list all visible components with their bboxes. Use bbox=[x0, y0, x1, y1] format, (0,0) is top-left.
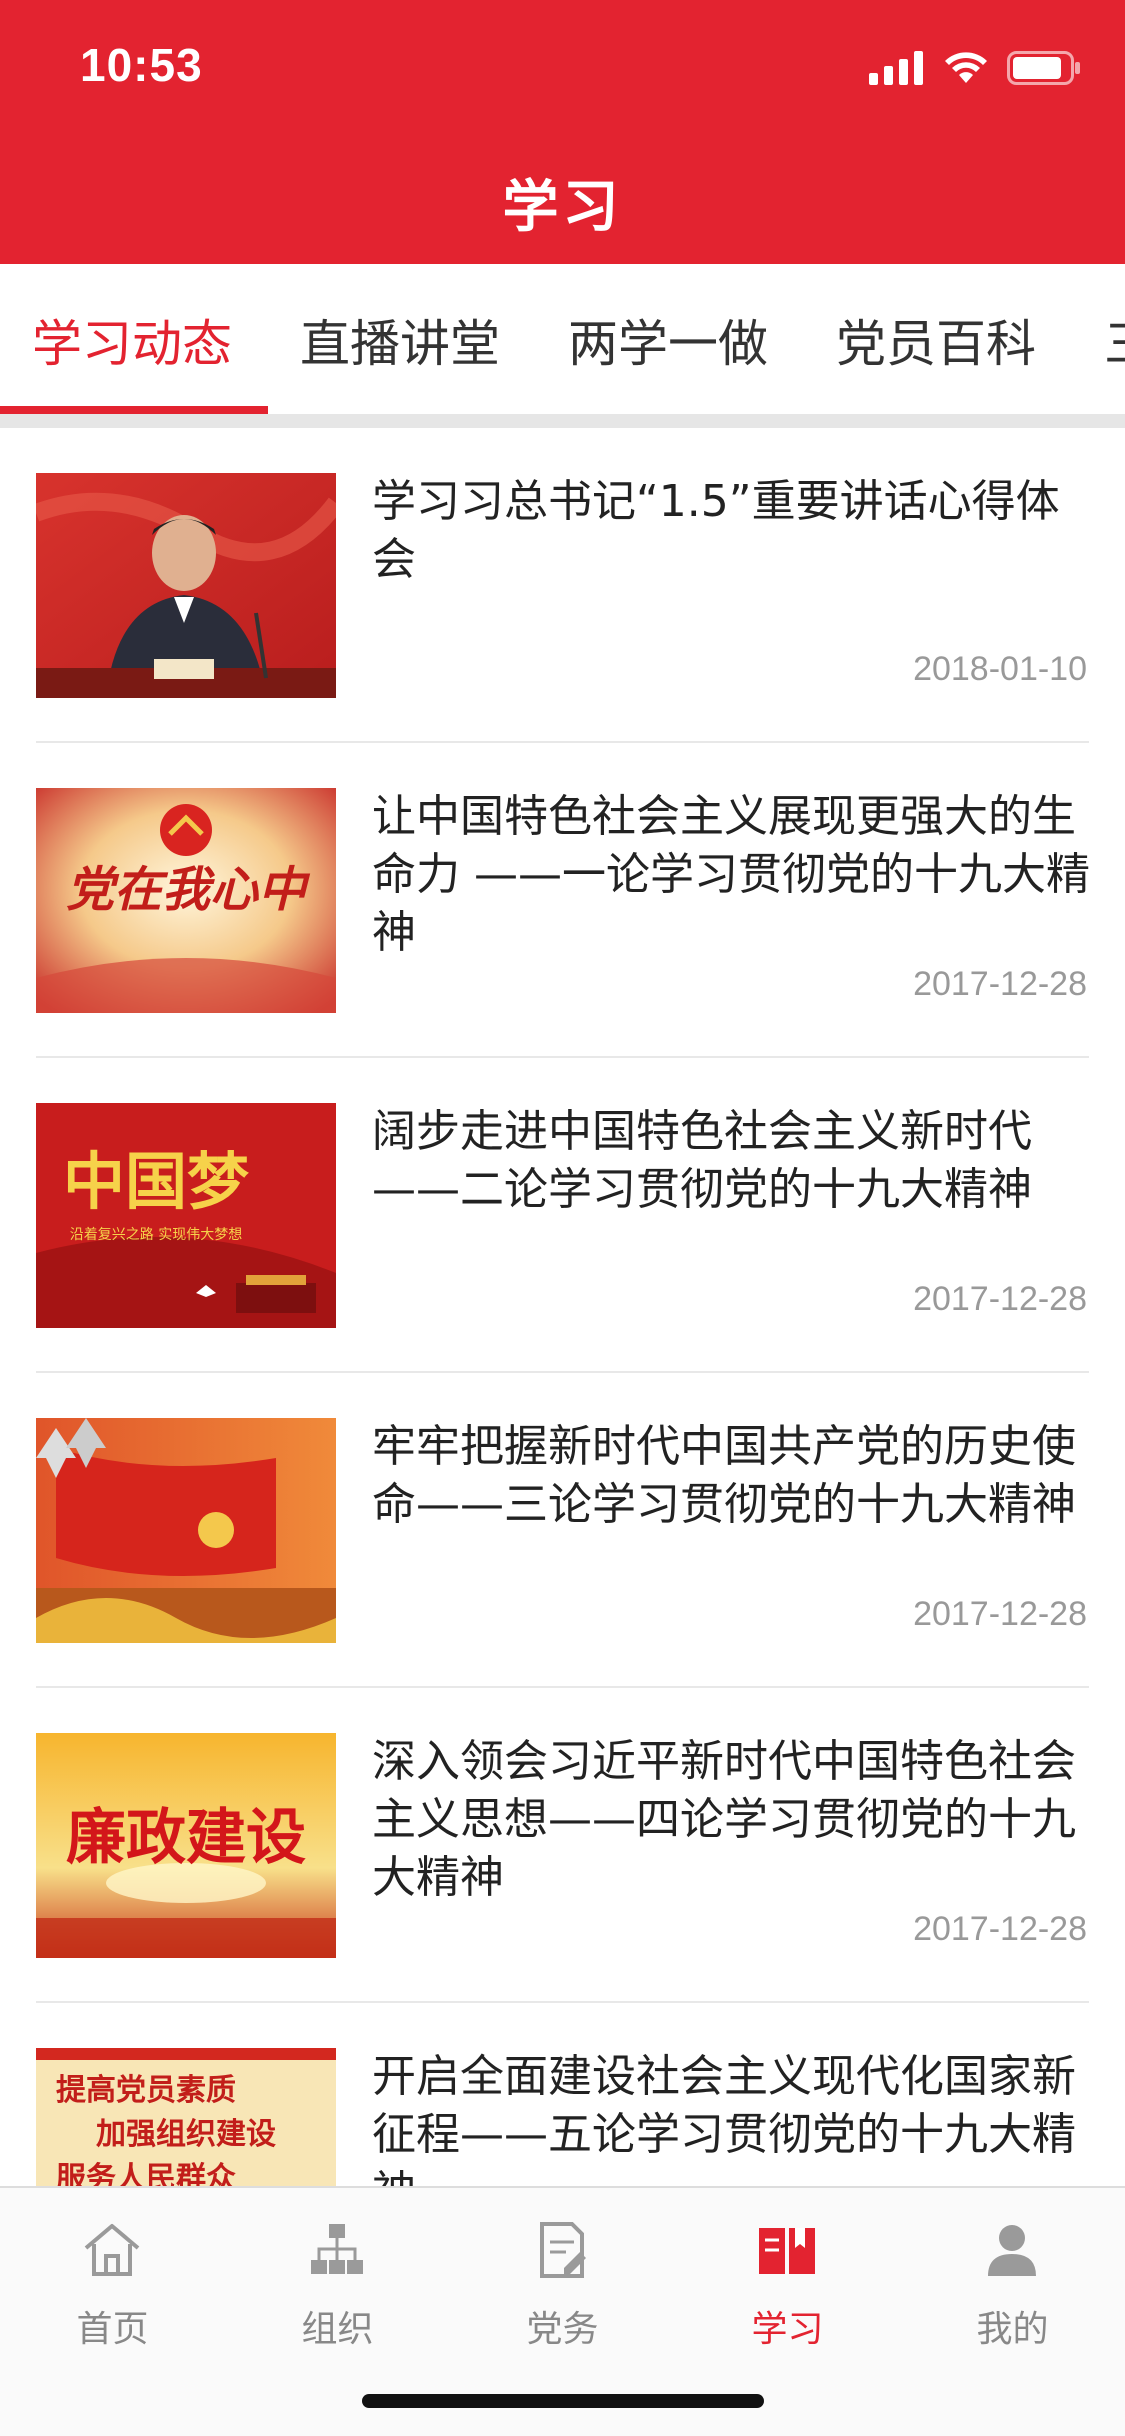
article-date: 2017-12-28 bbox=[913, 1910, 1087, 1948]
article-title: 阔步走进中国特色社会主义新时代——二论学习贯彻党的十九大精神 bbox=[372, 1106, 1032, 1215]
battery-icon bbox=[1007, 51, 1081, 89]
thumb-text: 廉政建设 bbox=[66, 1803, 306, 1873]
status-bar: 10:53 bbox=[0, 0, 1125, 132]
article-date: 2017-12-28 bbox=[913, 1595, 1087, 1633]
nav-study[interactable]: 学习 bbox=[675, 2208, 900, 2350]
signal-icon bbox=[869, 51, 925, 89]
list-item[interactable]: 学习习总书记“1.5”重要讲话心得体会 2018-01-10 bbox=[0, 428, 1125, 743]
article-date: 2017-12-28 bbox=[913, 1280, 1087, 1318]
tab-study-news[interactable]: 学习动态 bbox=[32, 304, 232, 376]
article-list: 学习习总书记“1.5”重要讲话心得体会 2018-01-10 党在我心中 让中国… bbox=[0, 428, 1125, 2186]
list-item[interactable]: 中国梦 沿着复兴之路 实现伟大梦想 阔步走进中国特色社会主义新时代——二论学习贯… bbox=[0, 1058, 1125, 1373]
nav-home[interactable]: 首页 bbox=[0, 2208, 225, 2350]
article-date: 2018-01-10 bbox=[913, 650, 1087, 688]
user-icon bbox=[980, 2218, 1044, 2282]
active-tab-indicator bbox=[0, 406, 268, 414]
home-icon bbox=[80, 2218, 144, 2282]
nav-party-affairs-label: 党务 bbox=[526, 2309, 599, 2350]
nav-organization[interactable]: 组织 bbox=[225, 2208, 450, 2350]
list-item[interactable]: 廉政建设 深入领会习近平新时代中国特色社会主义思想——四论学习贯彻党的十九大精神… bbox=[0, 1688, 1125, 2003]
article-thumbnail: 中国梦 沿着复兴之路 实现伟大梦想 bbox=[36, 1103, 336, 1328]
header-bar: 10:53 学习 bbox=[0, 0, 1125, 264]
article-title: 开启全面建设社会主义现代化国家新征程——五论学习贯彻党的十九大精神 bbox=[372, 2051, 1076, 2186]
nav-home-label: 首页 bbox=[76, 2309, 149, 2350]
thumb-text: 党在我心中 bbox=[66, 862, 311, 918]
tab-more[interactable]: 三 bbox=[1104, 304, 1125, 376]
home-indicator[interactable] bbox=[362, 2394, 764, 2408]
article-thumbnail: 廉政建设 bbox=[36, 1733, 336, 1958]
thumb-text: 中国梦 bbox=[63, 1145, 249, 1218]
article-thumbnail: 党在我心中 bbox=[36, 788, 336, 1013]
tab-live-lecture[interactable]: 直播讲堂 bbox=[300, 304, 500, 376]
thumb-text: 提高党员素质 bbox=[56, 2073, 236, 2108]
tab-two-studies[interactable]: 两学一做 bbox=[568, 304, 768, 376]
nav-mine[interactable]: 我的 bbox=[900, 2208, 1125, 2350]
tab-party-encyclopedia[interactable]: 党员百科 bbox=[836, 304, 1036, 376]
nav-organization-label: 组织 bbox=[301, 2309, 374, 2350]
status-icons bbox=[869, 48, 1081, 92]
article-thumbnail bbox=[36, 1418, 336, 1643]
book-icon bbox=[755, 2218, 819, 2282]
category-tabs: 学习动态 直播讲堂 两学一做 党员百科 三 bbox=[0, 264, 1125, 414]
status-time: 10:53 bbox=[80, 39, 203, 91]
org-icon bbox=[305, 2218, 369, 2282]
tab-divider bbox=[0, 414, 1125, 428]
article-title: 让中国特色社会主义展现更强大的生命力 ——一论学习贯彻党的十九大精神 bbox=[372, 791, 1090, 958]
thumb-text: 服务人民群众 bbox=[56, 2161, 236, 2186]
wifi-icon bbox=[943, 51, 989, 89]
article-thumbnail: 提高党员素质 加强组织建设 服务人民群众 bbox=[36, 2048, 336, 2186]
article-title: 牢牢把握新时代中国共产党的历史使命——三论学习贯彻党的十九大精神 bbox=[372, 1421, 1076, 1530]
nav-party-affairs[interactable]: 党务 bbox=[450, 2208, 675, 2350]
page-title: 学习 bbox=[502, 175, 623, 240]
article-title: 深入领会习近平新时代中国特色社会主义思想——四论学习贯彻党的十九大精神 bbox=[372, 1736, 1076, 1903]
thumb-text: 加强组织建设 bbox=[96, 2117, 276, 2152]
article-date: 2017-12-28 bbox=[913, 965, 1087, 1003]
article-thumbnail bbox=[36, 473, 336, 698]
nav-study-label: 学习 bbox=[751, 2309, 824, 2350]
article-title: 学习习总书记“1.5”重要讲话心得体会 bbox=[372, 476, 1060, 585]
list-item[interactable]: 党在我心中 让中国特色社会主义展现更强大的生命力 ——一论学习贯彻党的十九大精神… bbox=[0, 743, 1125, 1058]
list-item[interactable]: 牢牢把握新时代中国共产党的历史使命——三论学习贯彻党的十九大精神 2017-12… bbox=[0, 1373, 1125, 1688]
document-icon bbox=[530, 2218, 594, 2282]
thumb-subtext: 沿着复兴之路 实现伟大梦想 bbox=[70, 1226, 242, 1243]
list-item[interactable]: 提高党员素质 加强组织建设 服务人民群众 开启全面建设社会主义现代化国家新征程—… bbox=[0, 2003, 1125, 2186]
nav-mine-label: 我的 bbox=[976, 2309, 1049, 2350]
